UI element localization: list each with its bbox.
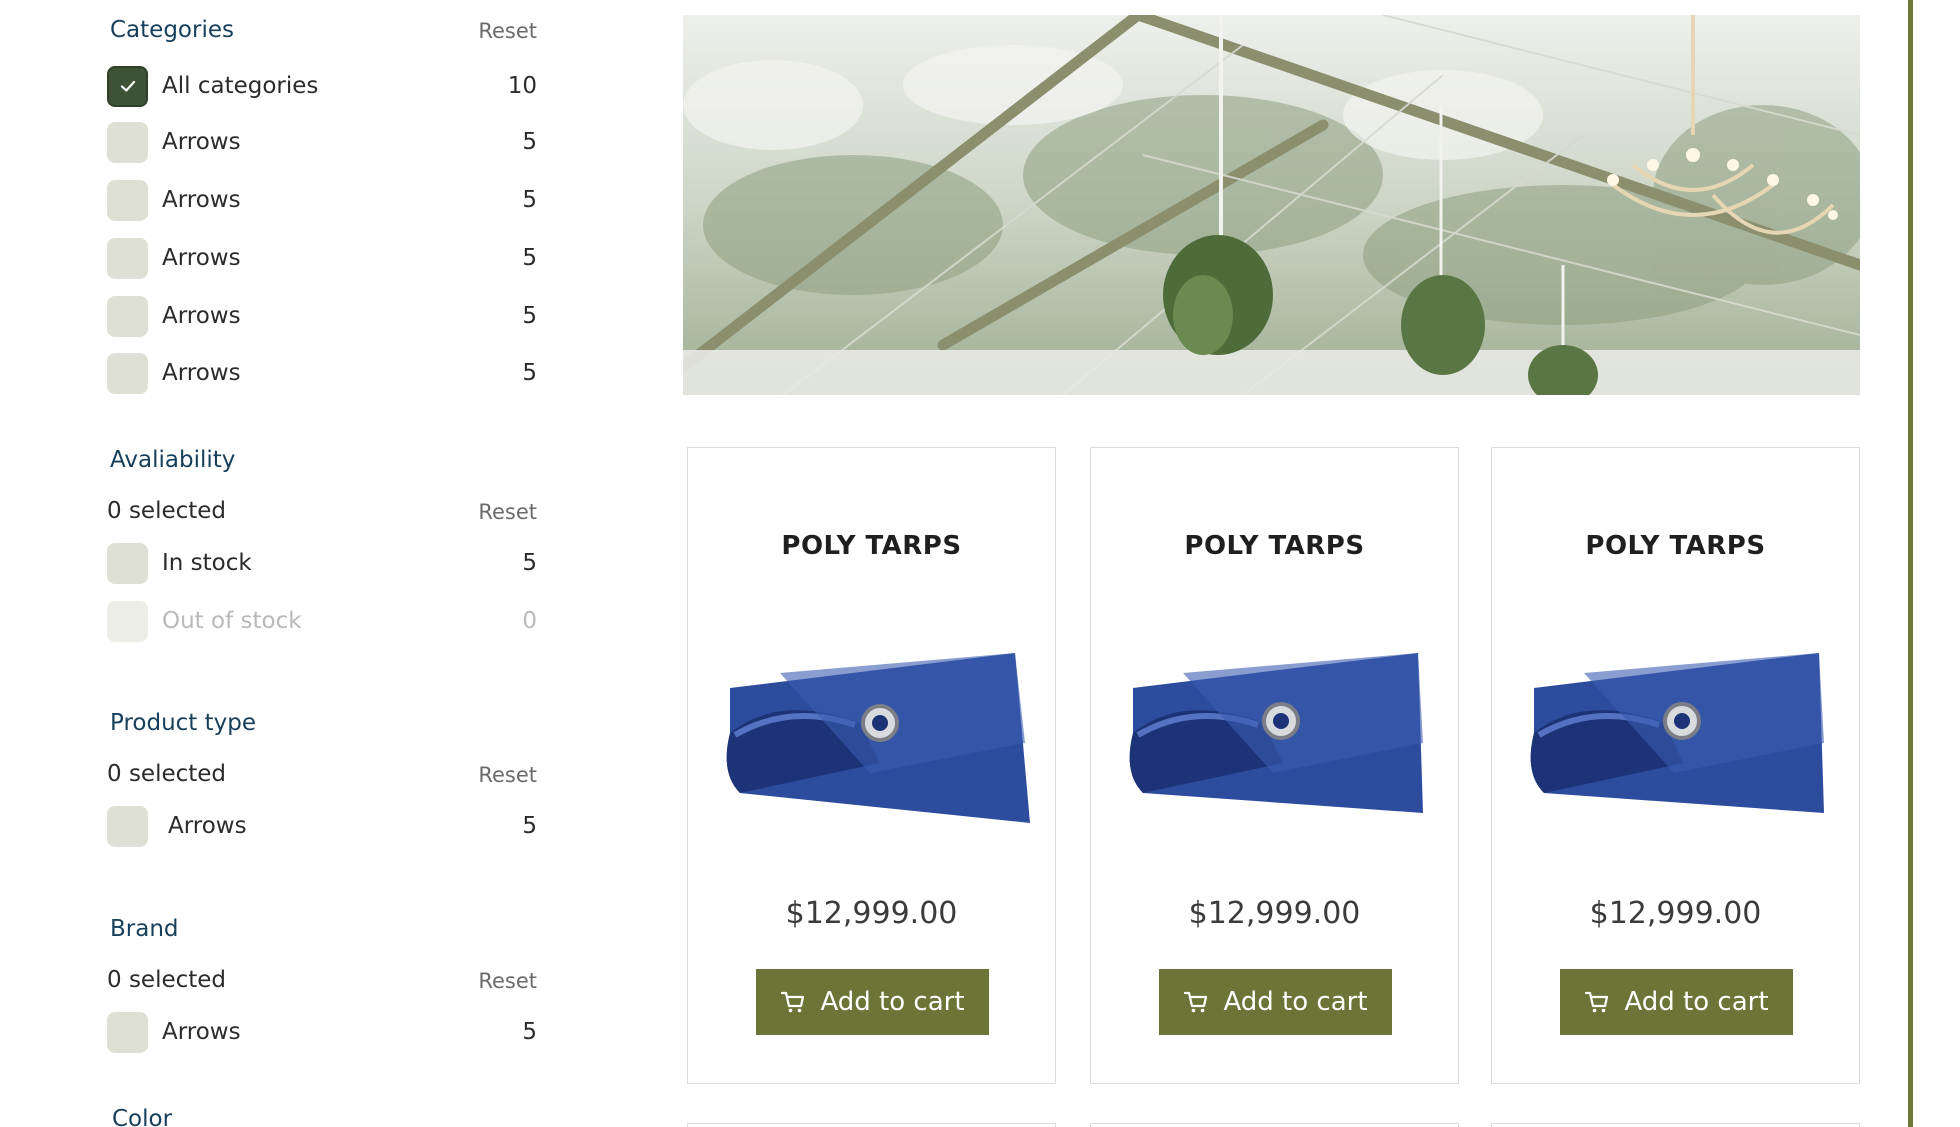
category-option[interactable]: Arrows 5 — [107, 121, 537, 163]
product-card[interactable]: POLY TARPS $12,999.00 Add to cart — [1090, 447, 1459, 1084]
availability-title: Avaliability — [110, 447, 236, 473]
availability-option-label: In stock — [162, 550, 252, 576]
product-card-next-row — [1491, 1123, 1860, 1127]
brand-option-count: 5 — [522, 1019, 537, 1045]
brand-option[interactable]: Arrows 5 — [107, 1011, 537, 1053]
category-option[interactable]: Arrows 5 — [107, 295, 537, 337]
availability-option-out-of-stock: Out of stock 0 — [107, 600, 537, 642]
availability-reset-link[interactable]: Reset — [478, 500, 537, 524]
hero-banner-image — [683, 15, 1860, 395]
category-option-label: Arrows — [162, 303, 241, 329]
checkbox[interactable] — [107, 805, 148, 847]
product-image-tarp[interactable] — [1524, 653, 1834, 823]
check-icon — [120, 80, 135, 92]
brand-selected-count: 0 selected — [107, 967, 227, 993]
availability-option-count: 5 — [522, 550, 537, 576]
category-option[interactable]: Arrows 5 — [107, 237, 537, 279]
category-option-label: Arrows — [162, 245, 241, 271]
product-type-title: Product type — [110, 710, 257, 736]
brand-reset-link[interactable]: Reset — [478, 969, 537, 993]
product-price: $12,999.00 — [785, 896, 958, 931]
add-to-cart-button[interactable]: Add to cart — [1159, 969, 1392, 1035]
product-price: $12,999.00 — [1589, 896, 1762, 931]
checkbox[interactable] — [107, 237, 148, 279]
brand-title: Brand — [110, 916, 179, 942]
brand-option-label: Arrows — [162, 1019, 241, 1045]
category-option-all[interactable]: All categories 10 — [107, 65, 537, 107]
product-title[interactable]: POLY TARPS — [688, 531, 1055, 561]
product-price: $12,999.00 — [1188, 896, 1361, 931]
category-option-label: Arrows — [162, 360, 241, 386]
product-image-tarp[interactable] — [720, 653, 1030, 823]
category-option-count: 10 — [507, 73, 537, 99]
categories-reset-link[interactable]: Reset — [478, 19, 537, 43]
category-option-count: 5 — [522, 245, 537, 271]
category-option-count: 5 — [522, 303, 537, 329]
tent-chandelier-illustration — [683, 15, 1860, 395]
category-option[interactable]: Arrows 5 — [107, 352, 537, 394]
product-title[interactable]: POLY TARPS — [1492, 531, 1859, 561]
checkbox[interactable] — [107, 1011, 148, 1053]
product-title[interactable]: POLY TARPS — [1091, 531, 1458, 561]
product-card[interactable]: POLY TARPS $12,999.00 Add to cart — [1491, 447, 1860, 1084]
category-option-count: 5 — [522, 360, 537, 386]
product-type-reset-link[interactable]: Reset — [478, 763, 537, 787]
add-to-cart-label: Add to cart — [1624, 987, 1769, 1017]
product-card-next-row — [1090, 1123, 1459, 1127]
cart-icon — [1585, 991, 1609, 1013]
product-image-tarp[interactable] — [1123, 653, 1433, 823]
availability-option-label: Out of stock — [162, 608, 302, 634]
checkbox[interactable] — [107, 121, 148, 163]
checkbox[interactable] — [107, 542, 148, 584]
product-card[interactable]: POLY TARPS $12,999.00 Add to cart — [687, 447, 1056, 1084]
category-option-count: 5 — [522, 187, 537, 213]
add-to-cart-button[interactable]: Add to cart — [756, 969, 989, 1035]
category-option-label: All categories — [162, 73, 319, 99]
add-to-cart-button[interactable]: Add to cart — [1560, 969, 1793, 1035]
checkbox[interactable] — [107, 295, 148, 337]
cart-icon — [1184, 991, 1208, 1013]
product-type-option-count: 5 — [522, 813, 537, 839]
checkbox[interactable] — [107, 179, 148, 221]
product-card-next-row — [687, 1123, 1056, 1127]
shop-page: Categories Reset All categories 10 Arrow… — [0, 0, 1960, 1127]
product-type-option[interactable]: Arrows 5 — [107, 805, 537, 847]
product-type-selected-count: 0 selected — [107, 761, 227, 787]
checkbox-checked[interactable] — [107, 65, 148, 107]
right-edge-accent — [1908, 0, 1913, 1127]
color-title: Color — [112, 1106, 173, 1127]
add-to-cart-label: Add to cart — [1223, 987, 1368, 1017]
availability-selected-count: 0 selected — [107, 498, 227, 524]
checkbox[interactable] — [107, 352, 148, 394]
categories-title: Categories — [110, 17, 234, 43]
category-option-label: Arrows — [162, 129, 241, 155]
availability-option-count: 0 — [522, 608, 537, 634]
category-option[interactable]: Arrows 5 — [107, 179, 537, 221]
availability-option-in-stock[interactable]: In stock 5 — [107, 542, 537, 584]
category-option-label: Arrows — [162, 187, 241, 213]
cart-icon — [781, 991, 805, 1013]
add-to-cart-label: Add to cart — [820, 987, 965, 1017]
category-option-count: 5 — [522, 129, 537, 155]
checkbox-disabled — [107, 600, 148, 642]
product-type-option-label: Arrows — [168, 813, 247, 839]
